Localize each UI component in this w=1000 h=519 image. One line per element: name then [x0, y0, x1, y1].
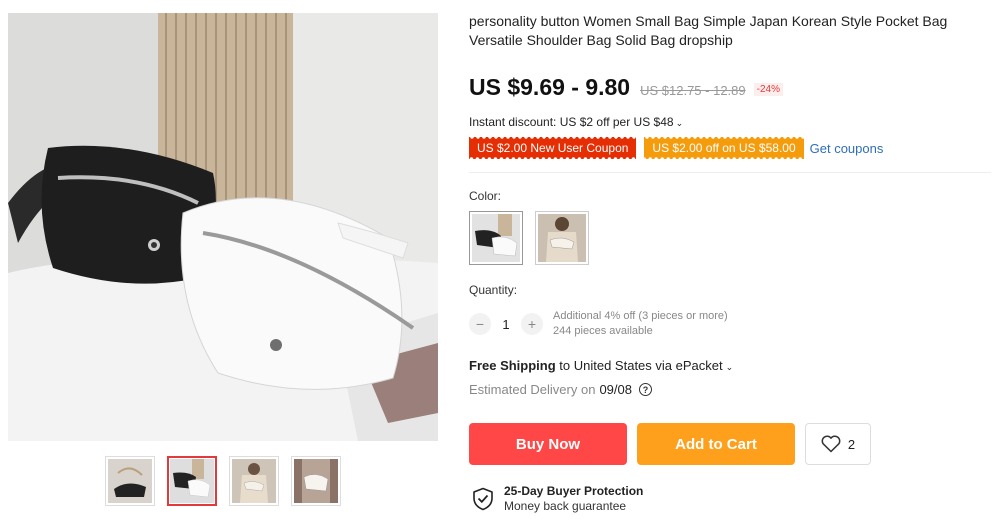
- buy-now-button[interactable]: Buy Now: [469, 423, 627, 465]
- get-coupons-link[interactable]: Get coupons: [810, 141, 884, 156]
- shipping-detail: to United States via ePacket: [555, 358, 723, 373]
- buyer-protection: 25-Day Buyer Protection Money back guara…: [472, 484, 643, 514]
- delivery-date: 09/08: [599, 382, 632, 397]
- color-label: Color:: [469, 189, 502, 203]
- instant-discount-text: Instant discount: US $2 off per US $48: [469, 115, 674, 129]
- thumbnail-3[interactable]: [229, 456, 279, 506]
- instant-discount[interactable]: Instant discount: US $2 off per US $48 ⌄: [469, 115, 683, 129]
- main-product-image[interactable]: [8, 13, 438, 441]
- shield-check-icon: [473, 487, 493, 511]
- thumbnail-strip: [105, 456, 341, 506]
- store-coupon[interactable]: US $2.00 off on US $58.00: [644, 137, 804, 159]
- wishlist-count: 2: [847, 436, 856, 452]
- color-swatches: [469, 211, 589, 265]
- wishlist-button[interactable]: 2: [805, 423, 871, 465]
- estimated-delivery: Estimated Delivery on 09/08 ?: [469, 382, 652, 397]
- free-shipping-label: Free Shipping: [469, 358, 556, 373]
- product-title: personality button Women Small Bag Simpl…: [469, 13, 948, 48]
- store-coupon-label: US $2.00 off on US $58.00: [652, 141, 796, 155]
- discount-badge: -24%: [753, 83, 783, 96]
- stock-available: 244 pieces available: [553, 325, 653, 337]
- delivery-label: Estimated Delivery on: [469, 382, 596, 397]
- shipping-info[interactable]: Free Shipping to United States via ePack…: [469, 358, 733, 373]
- add-to-cart-button[interactable]: Add to Cart: [637, 423, 795, 465]
- thumbnail-1[interactable]: [105, 456, 155, 506]
- color-swatch-black-white[interactable]: [469, 211, 523, 265]
- action-buttons: Buy Now Add to Cart 2: [469, 423, 871, 465]
- price-row: US $9.69 - 9.80 US $12.75 - 12.89 -24%: [469, 74, 783, 101]
- protection-title: 25-Day Buyer Protection: [504, 484, 644, 498]
- price-current: US $9.69 - 9.80: [469, 74, 631, 100]
- coupon-row: US $2.00 New User Coupon US $2.00 off on…: [469, 137, 883, 159]
- chevron-down-icon: ⌄: [675, 118, 684, 128]
- quantity-stepper: − 1 + Additional 4% off (3 pieces or mor…: [469, 309, 728, 339]
- heart-icon: [821, 435, 841, 453]
- chevron-down-icon: ⌄: [725, 362, 734, 372]
- quantity-label: Quantity:: [469, 283, 518, 297]
- quantity-decrease-button[interactable]: −: [469, 313, 491, 335]
- bulk-discount-note: Additional 4% off (3 pieces or more): [553, 310, 728, 322]
- help-icon[interactable]: ?: [639, 383, 652, 396]
- new-user-coupon-label: US $2.00 New User Coupon: [477, 141, 629, 155]
- color-swatch-beige[interactable]: [535, 211, 589, 265]
- new-user-coupon[interactable]: US $2.00 New User Coupon: [469, 137, 637, 159]
- price-original: US $12.75 - 12.89: [640, 83, 746, 98]
- quantity-notes: Additional 4% off (3 pieces or more) 244…: [553, 309, 728, 339]
- thumbnail-2[interactable]: [167, 456, 217, 506]
- quantity-input[interactable]: 1: [491, 317, 521, 332]
- protection-subtitle: Money back guarantee: [504, 499, 627, 513]
- thumbnail-4[interactable]: [291, 456, 341, 506]
- quantity-increase-button[interactable]: +: [521, 313, 543, 335]
- divider: [469, 172, 991, 173]
